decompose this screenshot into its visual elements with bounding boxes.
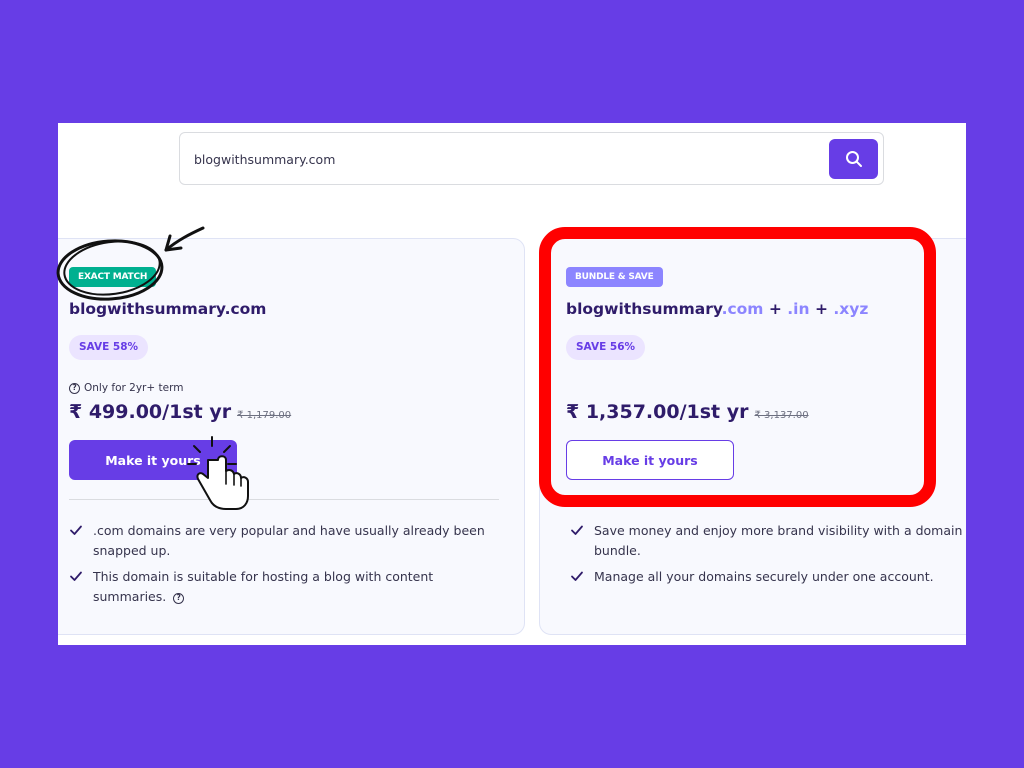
question-circle-icon[interactable]: ? — [173, 593, 185, 604]
exact-match-card: EXACT MATCH blogwithsummary.com SAVE 58%… — [58, 238, 525, 635]
plus-sign: + — [814, 300, 828, 318]
check-icon — [571, 571, 583, 581]
domain-search-bar — [179, 132, 884, 185]
make-it-yours-button[interactable]: Make it yours — [69, 440, 237, 480]
save-badge: SAVE 58% — [69, 335, 149, 360]
search-button[interactable] — [829, 139, 878, 179]
feature-text: This domain is suitable for hosting a bl… — [93, 569, 434, 604]
tld-xyz: .xyz — [833, 300, 869, 318]
price: ₹ 1,357.00/1st yr ₹ 3,137.00 — [566, 401, 809, 423]
domain-name: blogwithsummary.com — [69, 300, 267, 318]
feature-text: Save money and enjoy more brand visibili… — [594, 523, 963, 558]
plus-sign: + — [768, 300, 782, 318]
feature-item: This domain is suitable for hosting a bl… — [69, 567, 489, 607]
term-note: ? Only for 2yr+ term — [69, 382, 183, 394]
term-note-text: Only for 2yr+ term — [84, 382, 184, 394]
current-price: ₹ 1,357.00/1st yr — [566, 401, 749, 423]
question-circle-icon: ? — [69, 382, 80, 394]
old-price: ₹ 3,137.00 — [754, 410, 809, 421]
card-divider — [69, 499, 499, 500]
domain-search-screen: EXACT MATCH blogwithsummary.com SAVE 58%… — [58, 123, 966, 645]
bundle-card: BUNDLE & SAVE blogwithsummary.com + .in … — [539, 238, 966, 635]
make-it-yours-bundle-button[interactable]: Make it yours — [566, 440, 734, 480]
feature-text: .com domains are very popular and have u… — [93, 523, 485, 558]
feature-list: Save money and enjoy more brand visibili… — [570, 521, 966, 593]
bundle-domain-base: blogwithsummary — [566, 300, 722, 318]
price: ₹ 499.00/1st yr ₹ 1,179.00 — [69, 401, 291, 423]
exact-match-badge: EXACT MATCH — [69, 267, 157, 287]
old-price: ₹ 1,179.00 — [237, 410, 292, 421]
domain-search-input[interactable] — [194, 148, 794, 170]
bundle-domain-names: blogwithsummary.com + .in + .xyz — [566, 300, 868, 318]
feature-item: .com domains are very popular and have u… — [69, 521, 489, 561]
current-price: ₹ 499.00/1st yr — [69, 401, 232, 423]
check-icon — [70, 571, 82, 581]
feature-text: Manage all your domains securely under o… — [594, 569, 934, 584]
tld-in: .in — [787, 300, 810, 318]
save-badge: SAVE 56% — [566, 335, 646, 360]
tld-com: .com — [721, 300, 764, 318]
bundle-badge: BUNDLE & SAVE — [566, 267, 663, 287]
feature-item: Manage all your domains securely under o… — [570, 567, 966, 587]
check-icon — [70, 525, 82, 535]
check-icon — [571, 525, 583, 535]
search-icon — [845, 151, 862, 167]
feature-item: Save money and enjoy more brand visibili… — [570, 521, 966, 561]
feature-list: .com domains are very popular and have u… — [69, 521, 489, 613]
